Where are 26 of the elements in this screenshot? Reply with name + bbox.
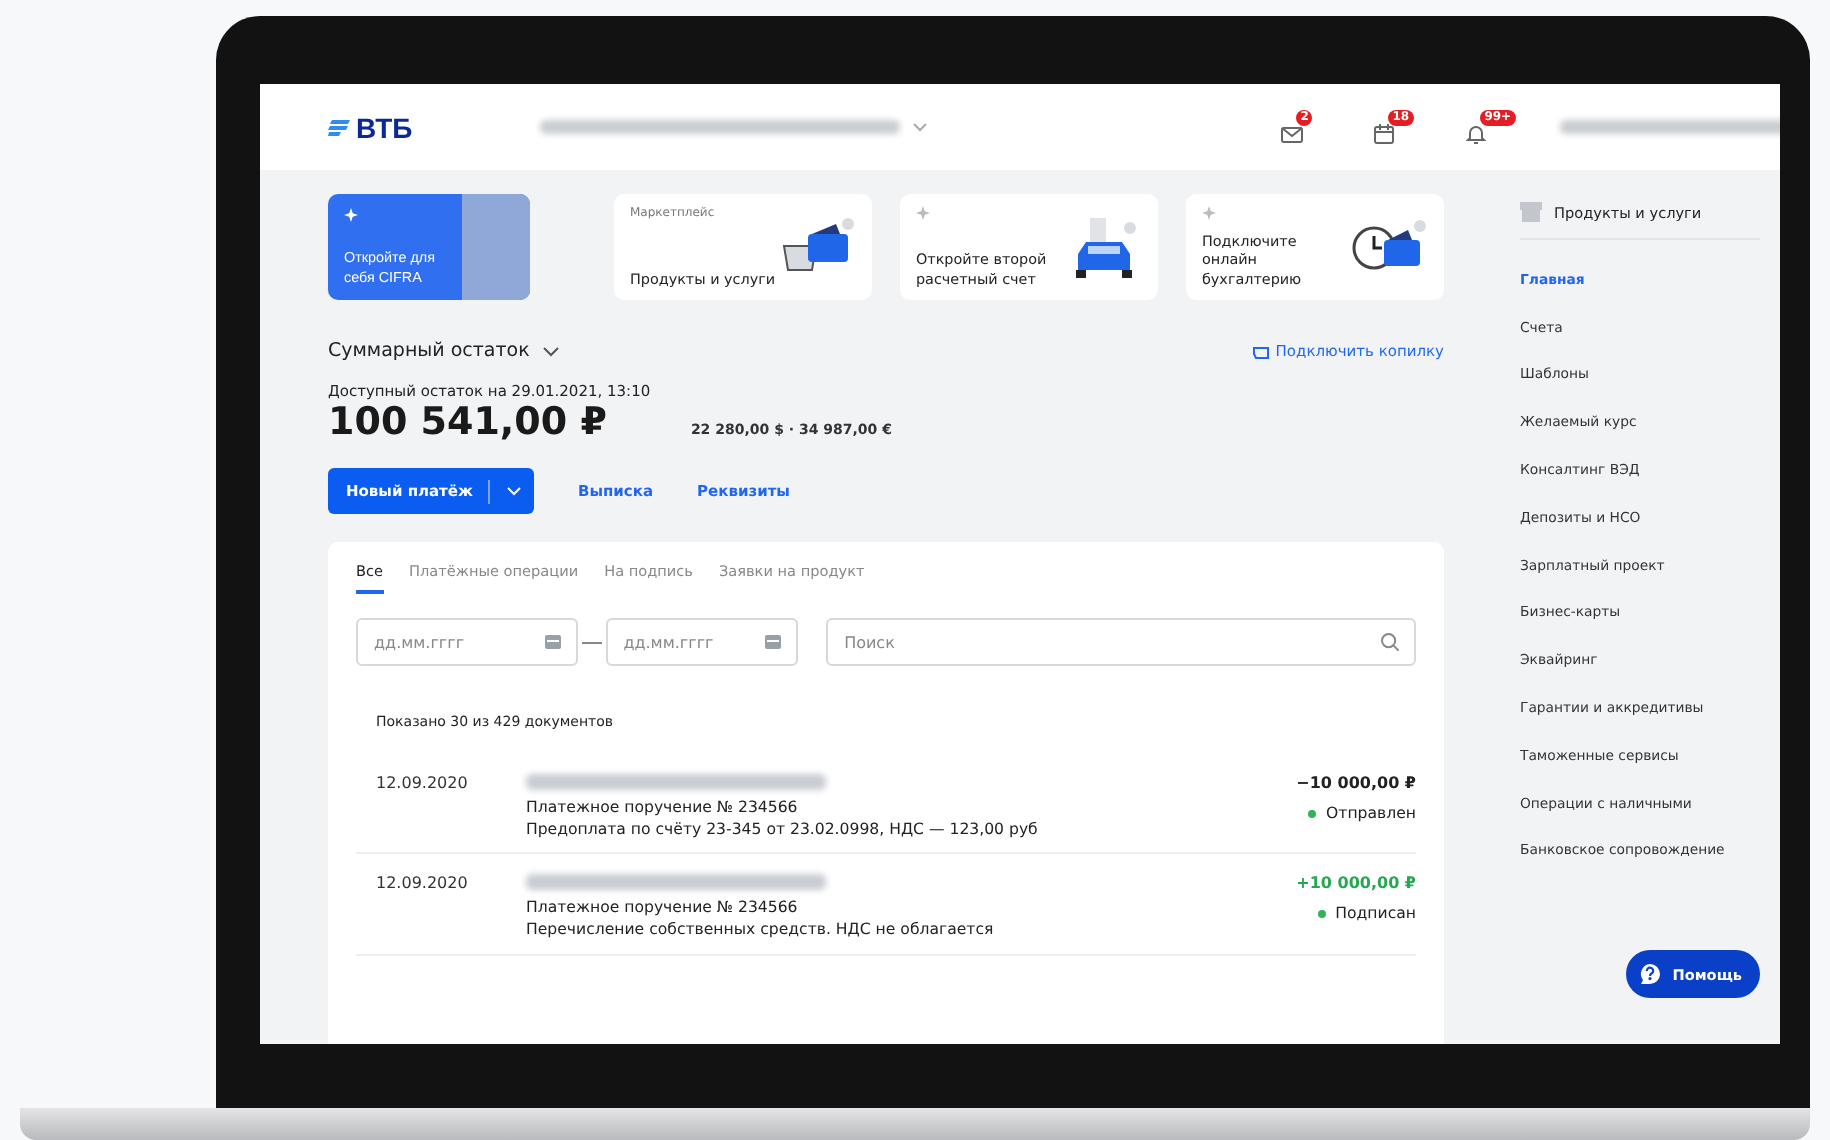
envelope-icon — [1280, 121, 1305, 145]
question-bubble-icon — [1638, 962, 1663, 986]
document-amount: +10 000,00 ₽ — [1296, 874, 1416, 893]
logo-stripes-icon — [328, 119, 350, 135]
chevron-down-icon — [912, 121, 929, 133]
logo[interactable]: ВТБ — [328, 111, 413, 143]
document-date: 12.09.2020 — [376, 874, 470, 897]
document-date: 12.09.2020 — [376, 774, 470, 796]
balance-title: Суммарный остаток — [328, 340, 530, 362]
bell-icon — [1464, 121, 1489, 145]
photo-placeholder — [462, 194, 530, 300]
balance-amount: 100 541,00 ₽ — [328, 400, 607, 444]
sparkle-icon — [344, 208, 358, 222]
calendar-icon — [1372, 121, 1397, 145]
calendar-icon[interactable] — [764, 632, 783, 650]
search-field[interactable]: Поиск — [826, 618, 1416, 666]
chevron-down-icon — [506, 486, 523, 496]
document-amount: −10 000,00 ₽ — [1296, 774, 1416, 792]
sparkle-icon — [916, 206, 930, 220]
date-from-field[interactable]: дд.мм.гггг — [356, 618, 578, 666]
search-icon[interactable] — [1380, 632, 1400, 652]
chevron-down-icon[interactable] — [541, 345, 560, 357]
sparkle-icon — [1202, 206, 1216, 220]
store-icon — [1520, 202, 1542, 222]
date-to-field[interactable]: дд.мм.гггг — [605, 618, 799, 666]
logo-text: ВТБ — [356, 111, 413, 143]
